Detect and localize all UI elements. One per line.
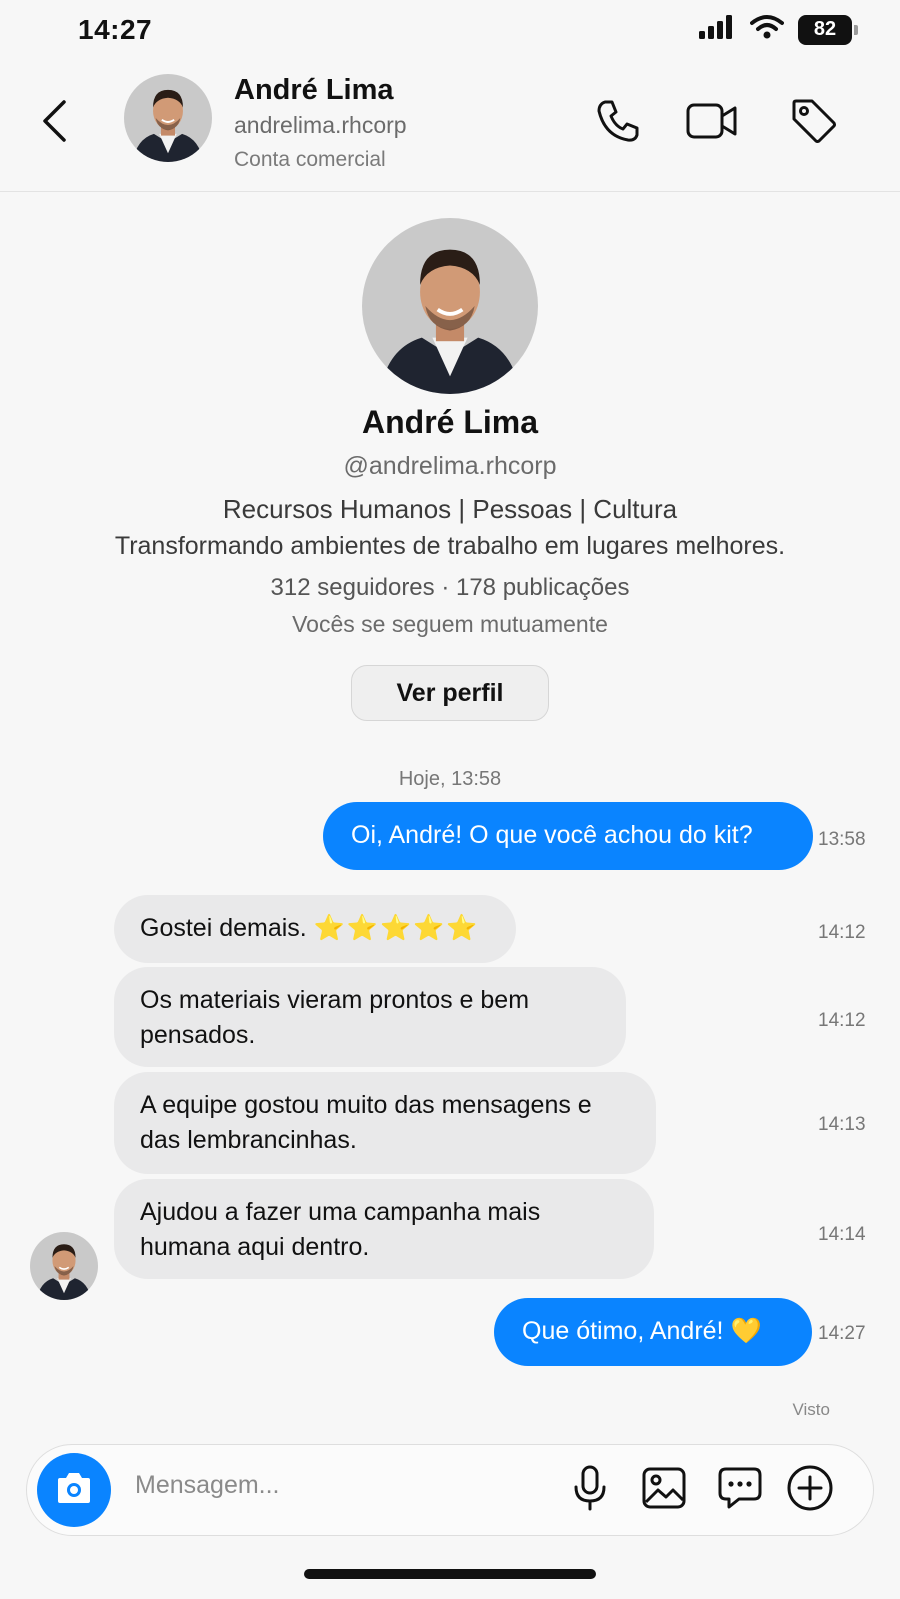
message-bubble-outgoing[interactable]: Que ótimo, André! 💛 — [494, 1298, 812, 1366]
profile-stats: 312 seguidores · 178 publicações — [270, 574, 630, 601]
call-button[interactable] — [592, 97, 644, 149]
message-bubble-incoming[interactable]: Gostei demais. ⭐⭐⭐⭐⭐ — [114, 895, 516, 963]
message-time: 14:12 — [818, 1010, 866, 1031]
message-time: 14:14 — [818, 1224, 866, 1245]
message-text: Ajudou a fazer uma campanha mais humana … — [140, 1198, 541, 1261]
profile-handle: @andrelima.rhcorp — [343, 452, 557, 480]
microphone-icon — [572, 1465, 608, 1516]
profile-name: André Lima — [361, 404, 539, 440]
gallery-button[interactable] — [639, 1465, 689, 1515]
more-options-button[interactable] — [785, 1465, 835, 1515]
image-icon — [641, 1466, 687, 1515]
chat-header: André Lima andrelima.rhcorp Conta comerc… — [0, 62, 900, 192]
sticker-button[interactable] — [715, 1465, 765, 1515]
message-bubble-incoming[interactable]: Os materiais vieram prontos e bem pensad… — [114, 967, 626, 1067]
header-contact-handle: andrelima.rhcorp — [234, 112, 407, 138]
message-time: 14:27 — [818, 1323, 866, 1344]
chat-bubble-icon — [717, 1465, 763, 1516]
tag-button[interactable] — [788, 97, 840, 149]
message-text: Oi, André! O que você achou do kit? — [351, 821, 753, 849]
video-call-button[interactable] — [686, 97, 738, 149]
camera-button[interactable] — [37, 1453, 111, 1527]
header-avatar[interactable] — [124, 74, 212, 162]
view-profile-button[interactable]: Ver perfil — [351, 665, 549, 721]
message-time: 14:13 — [818, 1114, 866, 1135]
phone-icon — [595, 98, 641, 149]
status-time: 14:27 — [78, 14, 153, 45]
profile-bio: Transformando ambientes de trabalho em l… — [114, 532, 786, 560]
profile-mutual-follow: Vocês se seguem mutuamente — [292, 611, 608, 637]
seen-status: Visto — [792, 1400, 831, 1419]
status-icons: 82 — [698, 14, 858, 45]
camera-icon — [54, 1471, 94, 1510]
message-text: Gostei demais. — [140, 914, 307, 942]
back-button[interactable] — [34, 98, 74, 148]
message-bubble-outgoing[interactable]: Oi, André! O que você achou do kit? — [323, 802, 813, 870]
tag-icon — [790, 97, 838, 150]
message-text: Que ótimo, André! 💛 — [522, 1317, 762, 1345]
message-bubble-incoming[interactable]: A equipe gostou muito das mensagens e da… — [114, 1072, 656, 1174]
voice-message-button[interactable] — [565, 1465, 615, 1515]
message-time: 14:12 — [818, 922, 866, 943]
date-separator: Hoje, 13:58 — [398, 768, 502, 790]
message-composer — [26, 1444, 874, 1536]
message-text: A equipe gostou muito das mensagens e da… — [140, 1091, 592, 1154]
wifi-icon — [750, 14, 784, 45]
header-account-type: Conta comercial — [234, 148, 386, 171]
video-camera-icon — [686, 101, 738, 146]
chevron-left-icon — [40, 99, 68, 148]
sender-avatar[interactable] — [30, 1232, 98, 1300]
header-contact-name[interactable]: André Lima — [234, 74, 394, 107]
message-input[interactable] — [135, 1471, 535, 1500]
status-bar: 14:27 82 — [0, 0, 900, 62]
plus-circle-icon — [786, 1464, 834, 1517]
cellular-signal-icon — [698, 14, 736, 45]
profile-tags: Recursos Humanos | Pessoas | Cultura — [222, 494, 678, 524]
battery-icon: 82 — [798, 14, 858, 45]
home-indicator[interactable] — [304, 1569, 596, 1579]
star-emoji-icon: ⭐⭐⭐⭐⭐ — [313, 914, 480, 942]
message-text: Os materiais vieram prontos e bem pensad… — [140, 986, 530, 1049]
message-time: 13:58 — [818, 829, 866, 850]
message-bubble-incoming[interactable]: Ajudou a fazer uma campanha mais humana … — [114, 1179, 654, 1279]
profile-avatar[interactable] — [362, 218, 538, 394]
